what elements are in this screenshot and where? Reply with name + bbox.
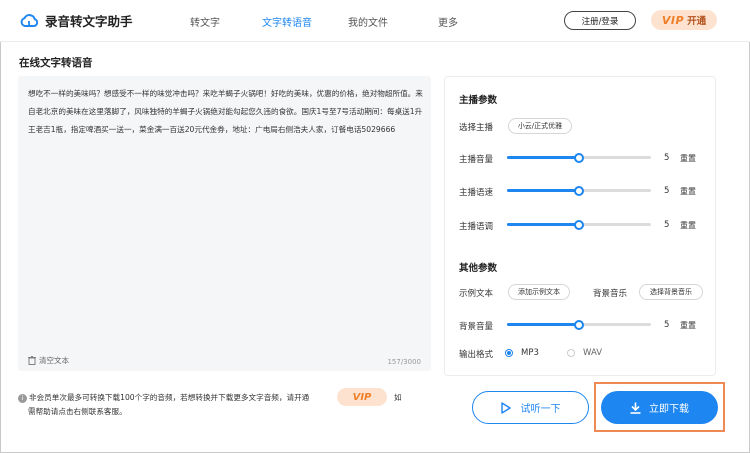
nav-text-to-speech[interactable]: 文字转语音 [262, 14, 312, 29]
login-button[interactable]: 注册/登录 [564, 11, 636, 30]
download-button[interactable]: 立即下载 [601, 391, 718, 424]
text-input-area[interactable]: 想吃不一样的美味吗？想感受不一样的味觉冲击吗？来吃羊蝎子火锅吧！好吃的美味，优惠… [18, 76, 431, 371]
format-wav-label: WAV [583, 348, 603, 358]
notice-tail-1: 如 [394, 393, 402, 402]
output-format-label: 输出格式 [459, 350, 494, 360]
anchor-params-title: 主播参数 [459, 95, 498, 106]
nav-my-files[interactable]: 我的文件 [348, 14, 388, 29]
radio-indicator [505, 349, 513, 357]
notice-tail-2[interactable]: 需帮助请点击右侧联系客服。 [28, 404, 127, 420]
char-count: 157/3000 [387, 358, 421, 366]
anchor-select-button[interactable]: 小云/正式优雅 [508, 118, 572, 134]
notice-vip-button[interactable]: VIP [337, 388, 387, 406]
anchor-speed-slider[interactable] [507, 186, 651, 196]
radio-indicator [567, 349, 575, 357]
download-label: 立即下载 [649, 404, 689, 415]
bg-volume-slider[interactable] [507, 320, 651, 330]
bg-volume-label: 背景音量 [459, 322, 494, 332]
clear-text-label: 清空文本 [39, 356, 69, 365]
slider-fill [507, 223, 579, 226]
download-icon [630, 402, 641, 414]
app-logo[interactable]: 录音转文字助手 [20, 11, 133, 30]
preview-listen-button[interactable]: 试听一下 [472, 391, 589, 424]
text-input-content[interactable]: 想吃不一样的美味吗？想感受不一样的味觉冲击吗？来吃羊蝎子火锅吧！好吃的美味，优惠… [28, 85, 424, 139]
anchor-volume-label: 主播音量 [459, 155, 494, 165]
cloud-logo-icon [20, 13, 39, 29]
top-header: 录音转文字助手 转文字 文字转语音 我的文件 更多 注册/登录 VIP 开通 [0, 0, 750, 42]
info-icon: i [18, 393, 27, 403]
bg-volume-reset[interactable]: 重置 [680, 320, 696, 331]
other-params-title: 其他参数 [459, 263, 498, 274]
vip-open-button[interactable]: VIP 开通 [651, 10, 717, 30]
anchor-pitch-value: 5 [664, 220, 670, 230]
notice-text: 非会员单次最多可转换下载100个字的音频，若想转换并下载更多文字音频，请开通 [29, 393, 310, 402]
slider-handle[interactable] [574, 220, 584, 230]
slider-fill [507, 189, 579, 192]
slider-fill [507, 323, 579, 326]
anchor-speed-reset[interactable]: 重置 [680, 186, 696, 197]
trash-icon [28, 356, 36, 365]
preview-listen-label: 试听一下 [520, 404, 561, 415]
nav-more[interactable]: 更多 [438, 14, 458, 29]
anchor-volume-value: 5 [664, 153, 670, 163]
nav-transcribe[interactable]: 转文字 [190, 14, 220, 29]
anchor-volume-slider[interactable] [507, 153, 651, 163]
anchor-speed-label: 主播语速 [459, 188, 494, 198]
bg-volume-value: 5 [664, 320, 670, 330]
format-wav-radio[interactable]: WAV [567, 348, 602, 358]
anchor-volume-reset[interactable]: 重置 [680, 153, 696, 164]
slider-handle[interactable] [574, 153, 584, 163]
sample-text-label: 示例文本 [459, 289, 494, 299]
select-bgm-button[interactable]: 选择背景音乐 [639, 284, 703, 300]
format-mp3-radio[interactable]: MP3 [505, 348, 539, 358]
play-icon [500, 401, 511, 414]
vip-open-label: 开通 [687, 16, 707, 27]
settings-panel: 主播参数 选择主播 小云/正式优雅 主播音量 5 重置 主播语速 5 重置 主播… [444, 76, 716, 376]
page-title: 在线文字转语音 [19, 57, 93, 69]
add-sample-text-button[interactable]: 添加示例文本 [508, 284, 570, 300]
bgm-label: 背景音乐 [593, 289, 628, 299]
anchor-pitch-reset[interactable]: 重置 [680, 220, 696, 231]
vip-label: VIP [661, 13, 685, 27]
slider-handle[interactable] [574, 186, 584, 196]
app-title: 录音转文字助手 [45, 14, 133, 29]
anchor-speed-value: 5 [664, 186, 670, 196]
slider-fill [507, 156, 579, 159]
anchor-pitch-slider[interactable] [507, 220, 651, 230]
anchor-select-label: 选择主播 [459, 123, 494, 133]
format-mp3-label: MP3 [521, 348, 539, 358]
anchor-pitch-label: 主播语调 [459, 222, 494, 232]
clear-text-button[interactable]: 清空文本 [28, 355, 69, 366]
slider-handle[interactable] [574, 320, 584, 330]
